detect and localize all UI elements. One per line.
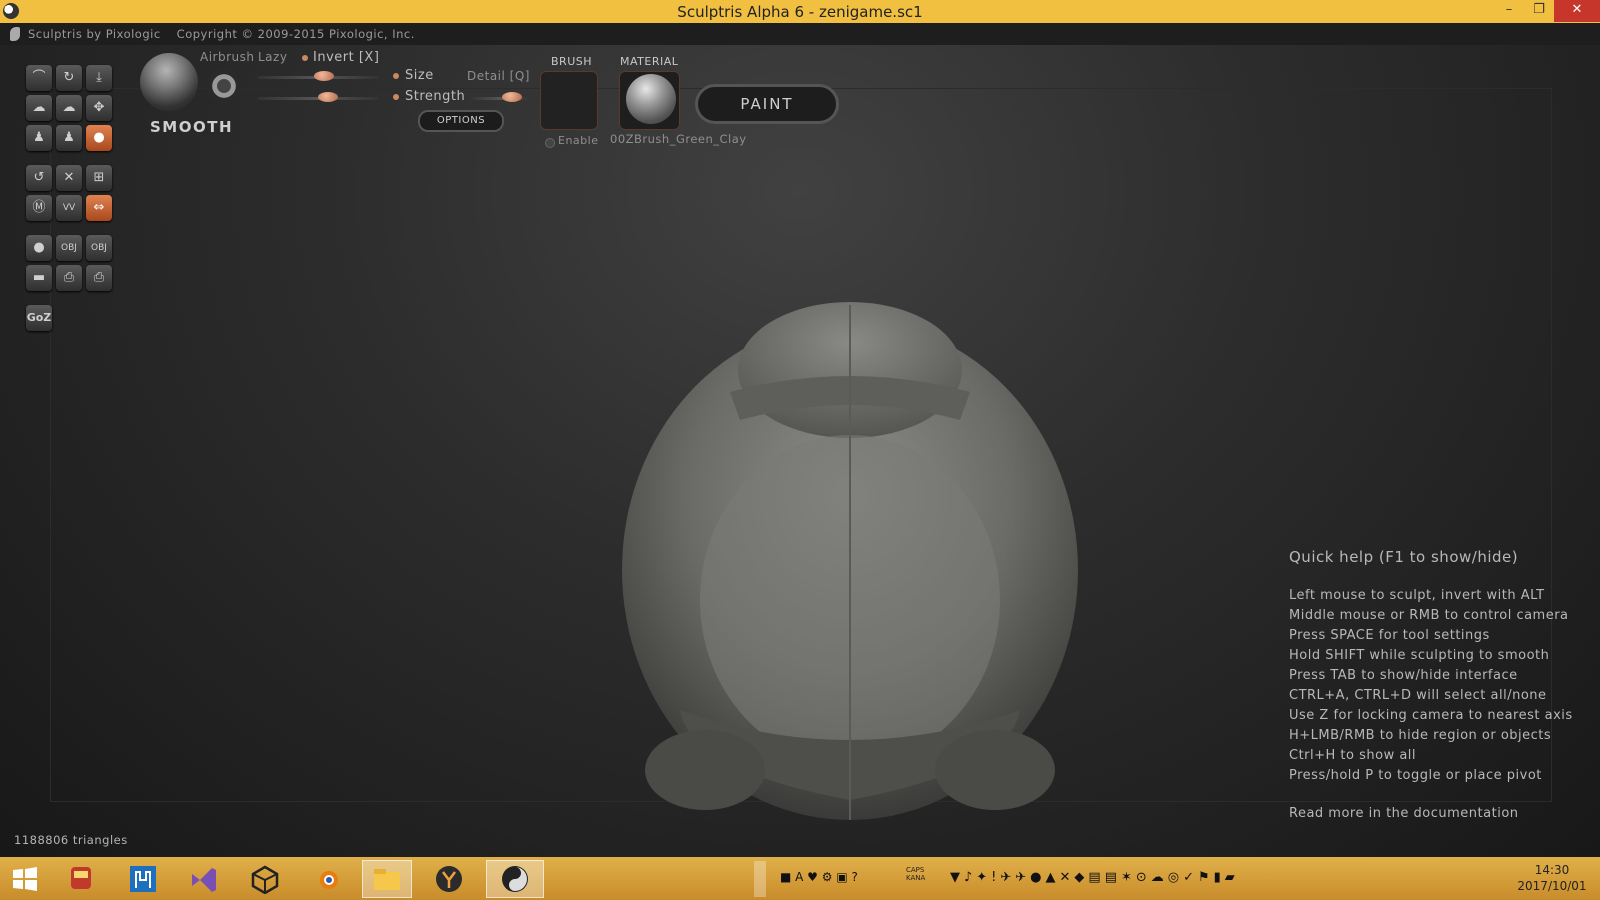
quick-help-line: Ctrl+H to show all bbox=[1289, 748, 1417, 763]
unity-icon[interactable] bbox=[240, 860, 290, 898]
quick-help-line: Press/hold P to toggle or place pivot bbox=[1289, 768, 1542, 783]
documentation-link[interactable]: Read more in the documentation bbox=[1289, 806, 1573, 821]
triangle-count: 1188806 triangles bbox=[14, 833, 128, 847]
reduce-tool-icon[interactable]: ↺ bbox=[26, 165, 52, 191]
draw-tool-icon[interactable]: ⌒ bbox=[26, 65, 52, 91]
options-button[interactable]: OPTIONS bbox=[418, 110, 504, 132]
wireframe-icon[interactable]: ⊞ bbox=[86, 165, 112, 191]
grab-tool-icon[interactable]: ✥ bbox=[86, 95, 112, 121]
detail-slider-knob[interactable] bbox=[502, 92, 522, 102]
flatten-tool-icon[interactable]: ☁ bbox=[56, 95, 82, 121]
taskbar-scroll-handle[interactable] bbox=[754, 861, 766, 897]
symmetry-icon[interactable]: ⇔ bbox=[86, 195, 112, 221]
mask-tool-icon[interactable]: ✕ bbox=[56, 165, 82, 191]
size-slider-knob[interactable] bbox=[314, 71, 334, 81]
airbrush-label[interactable]: Airbrush bbox=[200, 50, 255, 64]
quick-help-line: CTRL+A, CTRL+D will select all/none bbox=[1289, 688, 1547, 703]
clock-date: 2017/10/01 bbox=[1517, 879, 1587, 893]
open-file-icon[interactable]: ⎙ bbox=[56, 265, 82, 291]
strength-label: Strength bbox=[405, 89, 466, 104]
export-obj-icon[interactable]: OBJ bbox=[86, 235, 112, 261]
invert-dot-icon[interactable] bbox=[302, 55, 308, 61]
sculptris-taskbar-icon[interactable] bbox=[486, 860, 544, 898]
inflate-tool-icon[interactable]: ☁ bbox=[26, 95, 52, 121]
visual-studio-icon[interactable] bbox=[178, 860, 228, 898]
kana-indicator: KANA bbox=[906, 874, 926, 882]
smooth-tool-icon[interactable]: ● bbox=[86, 125, 112, 151]
windows-start-icon[interactable] bbox=[0, 860, 50, 898]
goz-button[interactable]: GoZ bbox=[26, 305, 52, 331]
blender-icon[interactable] bbox=[302, 860, 352, 898]
taskbar-clock[interactable]: 14:30 2017/10/01 bbox=[1504, 862, 1600, 894]
train-app-icon[interactable] bbox=[56, 860, 106, 898]
save-file-icon[interactable]: ⎙ bbox=[86, 265, 112, 291]
title-bar: Sculptris Alpha 6 - zenigame.sc1 – ❐ ✕ bbox=[0, 0, 1600, 23]
scale-tool-icon[interactable]: ⤓ bbox=[86, 65, 112, 91]
clock-time: 14:30 bbox=[1534, 863, 1570, 877]
quick-help-line: Press SPACE for tool settings bbox=[1289, 628, 1490, 643]
brand-text: Sculptris by Pixologic bbox=[28, 27, 161, 41]
brush-slot-label: BRUSH bbox=[551, 55, 592, 68]
enable-checkbox[interactable] bbox=[545, 138, 555, 148]
tray-icons[interactable]: ■ A ♥ ⚙ ▣ ? bbox=[780, 870, 858, 886]
store-app-icon[interactable] bbox=[118, 860, 168, 898]
window-title: Sculptris Alpha 6 - zenigame.sc1 bbox=[677, 2, 923, 21]
invert-toggle[interactable]: Invert [X] bbox=[313, 50, 379, 65]
material-name: 00ZBrush_Green_Clay bbox=[610, 132, 747, 146]
import-obj-icon[interactable]: OBJ bbox=[56, 235, 82, 261]
ime-indicator[interactable]: CAPS KANA bbox=[906, 866, 925, 882]
rotate-tool-icon[interactable]: ↻ bbox=[56, 65, 82, 91]
app-icon[interactable] bbox=[3, 3, 19, 19]
brush-texture-slot[interactable] bbox=[540, 71, 598, 130]
new-plane-icon[interactable]: ▬ bbox=[26, 265, 52, 291]
quick-help-line: H+LMB/RMB to hide region or objects bbox=[1289, 728, 1552, 743]
minimize-button[interactable]: – bbox=[1494, 0, 1524, 22]
quick-help-panel: Quick help (F1 to show/hide) Left mouse … bbox=[1289, 548, 1573, 821]
lazy-label[interactable]: Lazy bbox=[258, 50, 287, 64]
info-bar: Sculptris by Pixologic Copyright © 2009-… bbox=[0, 23, 1600, 45]
material-slot-label: MATERIAL bbox=[620, 55, 679, 68]
detail-label: Detail [Q] bbox=[467, 69, 530, 83]
enable-label[interactable]: Enable bbox=[558, 134, 598, 147]
paint-button[interactable]: PAINT bbox=[695, 84, 839, 124]
brush-name: SMOOTH bbox=[150, 118, 234, 136]
system-tray-icons[interactable]: ▼♪✦!✈✈●▲✕◆▤▤✶⊙☁◎✓⚑▮▰ bbox=[950, 870, 1239, 886]
airbrush-toggle-icon[interactable] bbox=[207, 69, 241, 103]
strength-dot-icon bbox=[393, 94, 399, 100]
sculpted-model[interactable] bbox=[610, 300, 1110, 860]
quick-help-line: Left mouse to sculpt, invert with ALT bbox=[1289, 588, 1545, 603]
caps-indicator: CAPS bbox=[906, 866, 925, 874]
maximize-button[interactable]: ❐ bbox=[1524, 0, 1554, 22]
material-preview-sphere bbox=[626, 74, 676, 124]
quick-help-line: Use Z for locking camera to nearest axis bbox=[1289, 708, 1573, 723]
crease-tool-icon[interactable]: ♟ bbox=[56, 125, 82, 151]
wire-toggle-icon[interactable]: VV bbox=[56, 195, 82, 221]
material-slot[interactable] bbox=[619, 71, 680, 130]
size-label: Size bbox=[405, 68, 434, 83]
file-explorer-icon[interactable] bbox=[362, 860, 412, 898]
quick-help-title: Quick help (F1 to show/hide) bbox=[1289, 548, 1519, 566]
quick-help-line: Middle mouse or RMB to control camera bbox=[1289, 608, 1569, 623]
close-button[interactable]: ✕ bbox=[1554, 0, 1600, 22]
brush-preview-sphere[interactable] bbox=[140, 53, 198, 111]
strength-slider-knob[interactable] bbox=[317, 92, 338, 102]
pixologic-logo-icon bbox=[10, 27, 20, 41]
app-y-icon[interactable] bbox=[424, 860, 474, 898]
quick-help-line: Hold SHIFT while sculpting to smooth bbox=[1289, 648, 1550, 663]
pinch-tool-icon[interactable]: ♟ bbox=[26, 125, 52, 151]
mirror-m-icon[interactable]: Ⓜ bbox=[26, 195, 52, 221]
new-sphere-icon[interactable]: ● bbox=[26, 235, 52, 261]
copyright-text: Copyright © 2009-2015 Pixologic, Inc. bbox=[176, 27, 415, 41]
quick-help-line: Press TAB to show/hide interface bbox=[1289, 668, 1518, 683]
size-dot-icon bbox=[393, 73, 399, 79]
